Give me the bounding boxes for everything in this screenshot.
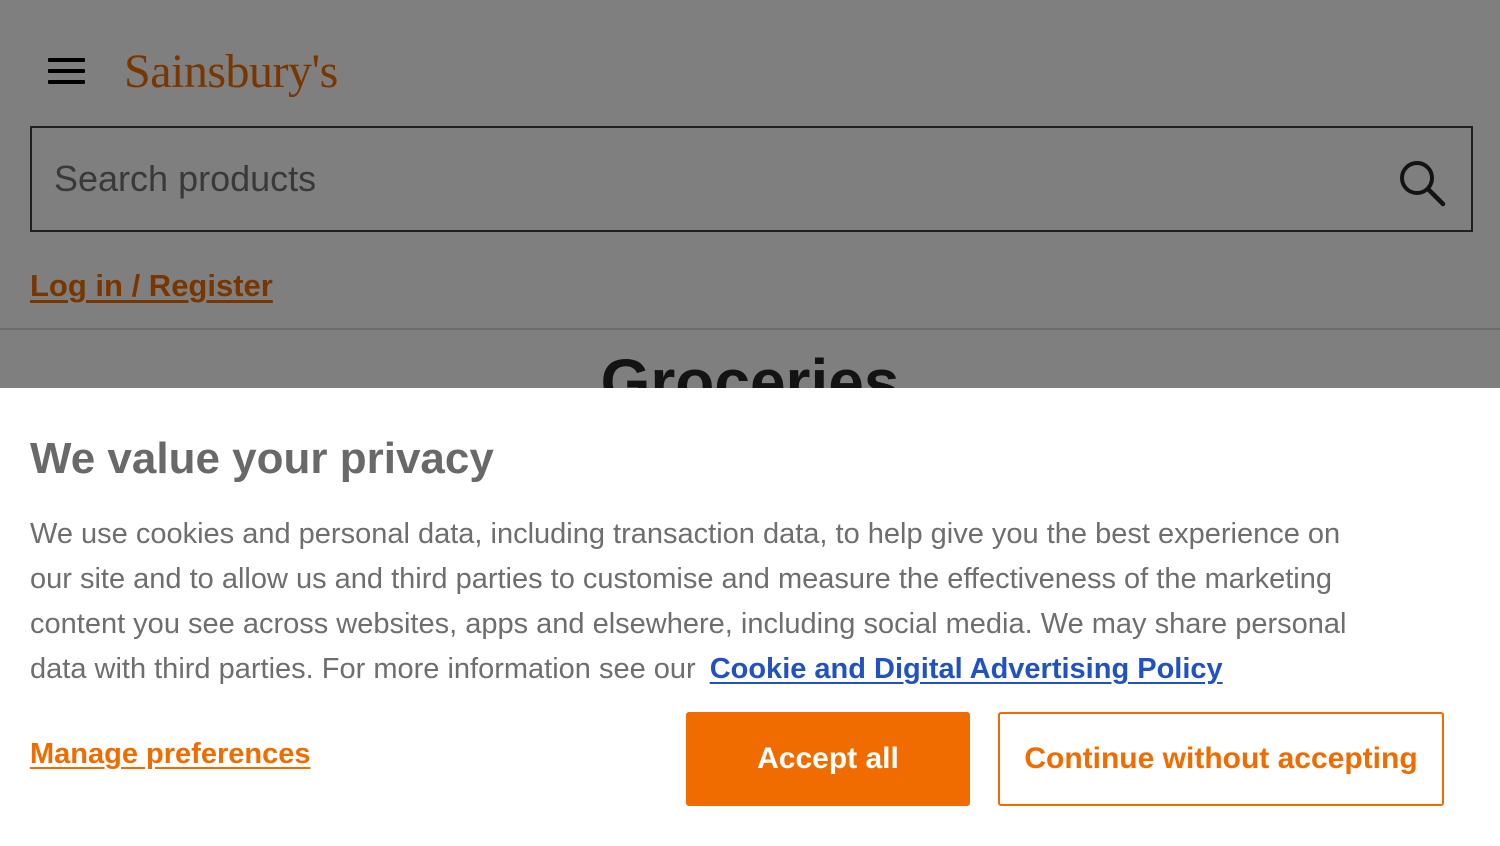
cookie-banner-title: We value your privacy xyxy=(30,434,494,483)
cookie-banner-text: We use cookies and personal data, includ… xyxy=(30,512,1390,692)
accept-all-button[interactable]: Accept all xyxy=(686,712,970,806)
cookie-policy-link[interactable]: Cookie and Digital Advertising Policy xyxy=(710,653,1223,685)
cookie-banner: We value your privacy We use cookies and… xyxy=(0,388,1500,846)
manage-preferences-link[interactable]: Manage preferences xyxy=(30,738,310,771)
continue-without-accepting-button[interactable]: Continue without accepting xyxy=(998,712,1444,806)
